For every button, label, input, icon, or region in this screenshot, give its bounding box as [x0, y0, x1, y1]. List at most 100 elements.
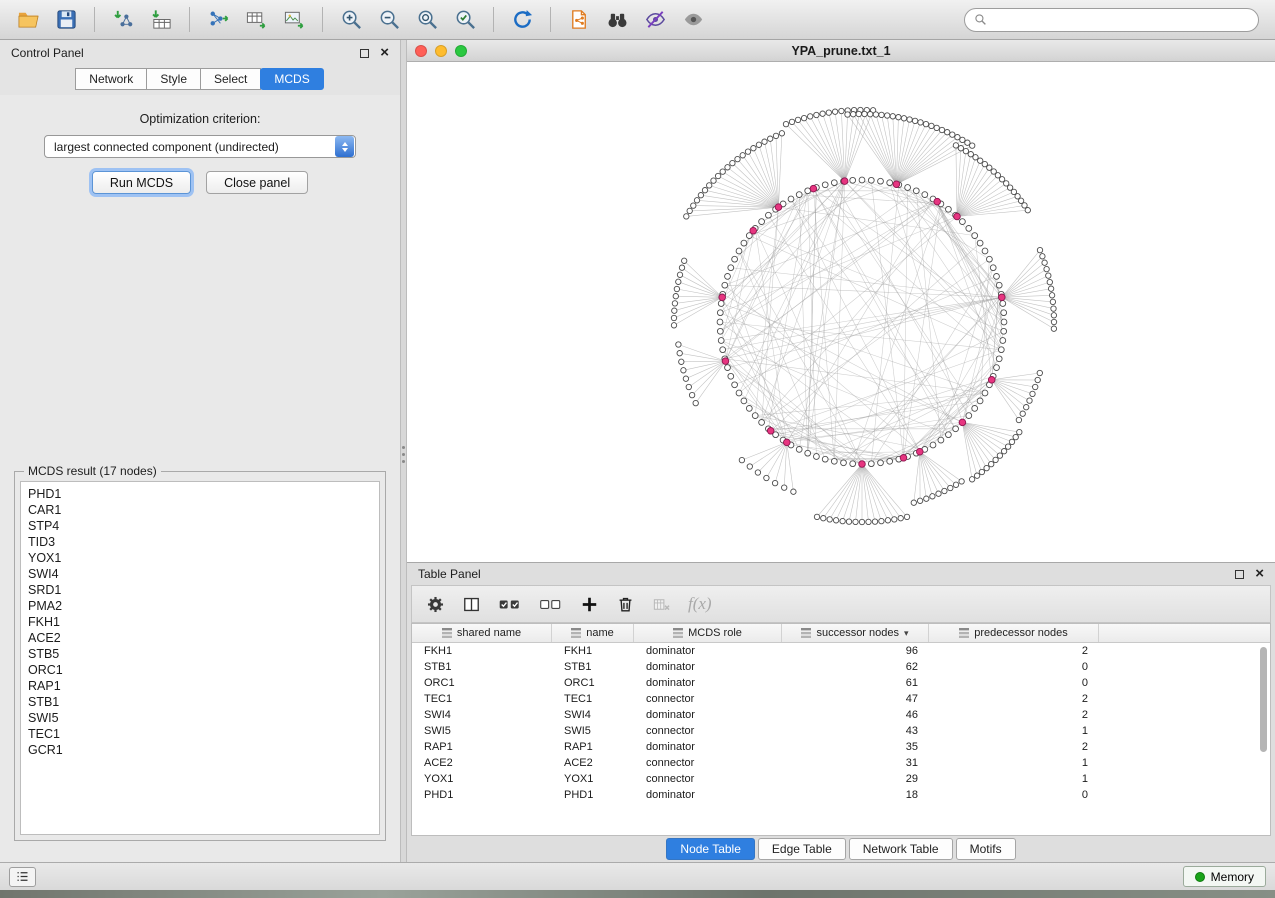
list-item[interactable]: FKH1 — [28, 614, 379, 630]
cell: 46 — [782, 709, 929, 721]
list-item[interactable]: STP4 — [28, 518, 379, 534]
close-window-icon[interactable] — [415, 45, 427, 57]
tab-mcds[interactable]: MCDS — [260, 68, 323, 90]
panel-splitter[interactable] — [400, 40, 407, 862]
search-input[interactable] — [993, 13, 1249, 27]
list-item[interactable]: SRD1 — [28, 582, 379, 598]
list-item[interactable]: TEC1 — [28, 726, 379, 742]
list-item[interactable]: CAR1 — [28, 502, 379, 518]
tab-motifs[interactable]: Motifs — [956, 838, 1016, 860]
table-row[interactable]: RAP1RAP1dominator352 — [412, 739, 1270, 755]
unselect-all-columns-button[interactable] — [539, 595, 563, 614]
list-item[interactable]: GCR1 — [28, 742, 379, 758]
network-titlebar: YPA_prune.txt_1 — [407, 40, 1275, 62]
memory-button[interactable]: Memory — [1183, 866, 1266, 887]
toolbar-search[interactable] — [964, 8, 1259, 32]
tab-network[interactable]: Network — [75, 68, 147, 90]
list-item[interactable]: RAP1 — [28, 678, 379, 694]
zoom-out-button[interactable] — [371, 5, 407, 35]
list-item[interactable]: TID3 — [28, 534, 379, 550]
cell: 1 — [929, 757, 1099, 769]
cell: TEC1 — [552, 693, 634, 705]
tab-edge-table[interactable]: Edge Table — [758, 838, 846, 860]
column-header-mcds-role[interactable]: MCDS role — [634, 624, 782, 642]
table-row[interactable]: PHD1PHD1dominator180 — [412, 787, 1270, 803]
zoom-out-icon — [378, 8, 401, 31]
clipboard-network-button[interactable] — [561, 5, 597, 35]
find-button[interactable] — [599, 5, 635, 35]
tab-node-table[interactable]: Node Table — [666, 838, 755, 860]
table-row[interactable]: SWI5SWI5connector431 — [412, 723, 1270, 739]
delete-column-button[interactable] — [616, 595, 635, 614]
table-row[interactable]: TEC1TEC1connector472 — [412, 691, 1270, 707]
show-columns-button[interactable] — [462, 595, 481, 614]
column-header-shared-name[interactable]: shared name — [412, 624, 552, 642]
table-row[interactable]: ORC1ORC1dominator610 — [412, 675, 1270, 691]
close-table-panel-icon[interactable]: × — [1255, 569, 1264, 579]
status-menu-button[interactable] — [9, 867, 36, 887]
eye-slash-icon — [644, 8, 667, 31]
list-item[interactable]: YOX1 — [28, 550, 379, 566]
table-row[interactable]: STB1STB1dominator620 — [412, 659, 1270, 675]
zoom-fit-button[interactable] — [409, 5, 445, 35]
run-mcds-button[interactable]: Run MCDS — [92, 171, 191, 194]
save-session-button[interactable] — [48, 5, 84, 35]
column-header-predecessor-nodes[interactable]: predecessor nodes — [929, 624, 1099, 642]
float-table-panel-icon[interactable] — [1235, 570, 1244, 579]
list-item[interactable]: PMA2 — [28, 598, 379, 614]
import-network-button[interactable] — [105, 5, 141, 35]
tab-select[interactable]: Select — [200, 68, 261, 90]
table-scrollbar[interactable] — [1260, 647, 1267, 752]
select-all-columns-button[interactable] — [498, 595, 522, 614]
export-image-button[interactable] — [276, 5, 312, 35]
criterion-dropdown[interactable]: largest connected component (undirected) — [44, 135, 356, 158]
hide-selected-button[interactable] — [637, 5, 673, 35]
table-row[interactable]: YOX1YOX1connector291 — [412, 771, 1270, 787]
zoom-fit-icon — [416, 8, 439, 31]
zoom-in-button[interactable] — [333, 5, 369, 35]
list-item[interactable]: ACE2 — [28, 630, 379, 646]
export-table-button[interactable] — [238, 5, 274, 35]
cell: STB1 — [552, 661, 634, 673]
column-header-name[interactable]: name — [552, 624, 634, 642]
cell: 31 — [782, 757, 929, 769]
list-item[interactable]: SWI4 — [28, 566, 379, 582]
list-item[interactable]: STB5 — [28, 646, 379, 662]
create-column-button[interactable] — [580, 595, 599, 614]
cell: 43 — [782, 725, 929, 737]
close-panel-icon[interactable]: × — [380, 48, 389, 58]
minimize-window-icon[interactable] — [435, 45, 447, 57]
zoom-selected-button[interactable] — [447, 5, 483, 35]
status-bar: Memory — [0, 862, 1275, 890]
close-mcds-panel-button[interactable]: Close panel — [206, 171, 308, 194]
network-canvas[interactable] — [407, 62, 1275, 562]
maximize-window-icon[interactable] — [455, 45, 467, 57]
list-item[interactable]: STB1 — [28, 694, 379, 710]
apply-layout-button[interactable] — [504, 5, 540, 35]
table-row[interactable]: FKH1FKH1dominator962 — [412, 643, 1270, 659]
list-item[interactable]: ORC1 — [28, 662, 379, 678]
table-settings-button[interactable] — [426, 595, 445, 614]
table-row[interactable]: ACE2ACE2connector311 — [412, 755, 1270, 771]
folder-open-icon — [17, 8, 40, 31]
list-item[interactable]: SWI5 — [28, 710, 379, 726]
float-panel-icon[interactable] — [360, 49, 369, 58]
tab-network-table[interactable]: Network Table — [849, 838, 953, 860]
table-row[interactable]: SWI4SWI4dominator462 — [412, 707, 1270, 723]
export-network-button[interactable] — [200, 5, 236, 35]
binoculars-icon — [606, 8, 629, 31]
open-session-button[interactable] — [10, 5, 46, 35]
cell: 1 — [929, 773, 1099, 785]
cell: connector — [634, 757, 782, 769]
mcds-result-list[interactable]: PHD1CAR1STP4TID3YOX1SWI4SRD1PMA2FKH1ACE2… — [20, 481, 380, 835]
cell: 2 — [929, 741, 1099, 753]
import-table-icon — [150, 8, 173, 31]
cell: SWI4 — [552, 709, 634, 721]
list-item[interactable]: PHD1 — [28, 486, 379, 502]
column-header-successor-nodes[interactable]: successor nodes▾ — [782, 624, 929, 642]
show-all-button[interactable] — [675, 5, 711, 35]
network-view-title: YPA_prune.txt_1 — [407, 44, 1275, 58]
import-table-button[interactable] — [143, 5, 179, 35]
document-share-icon — [568, 8, 591, 31]
tab-style[interactable]: Style — [146, 68, 201, 90]
